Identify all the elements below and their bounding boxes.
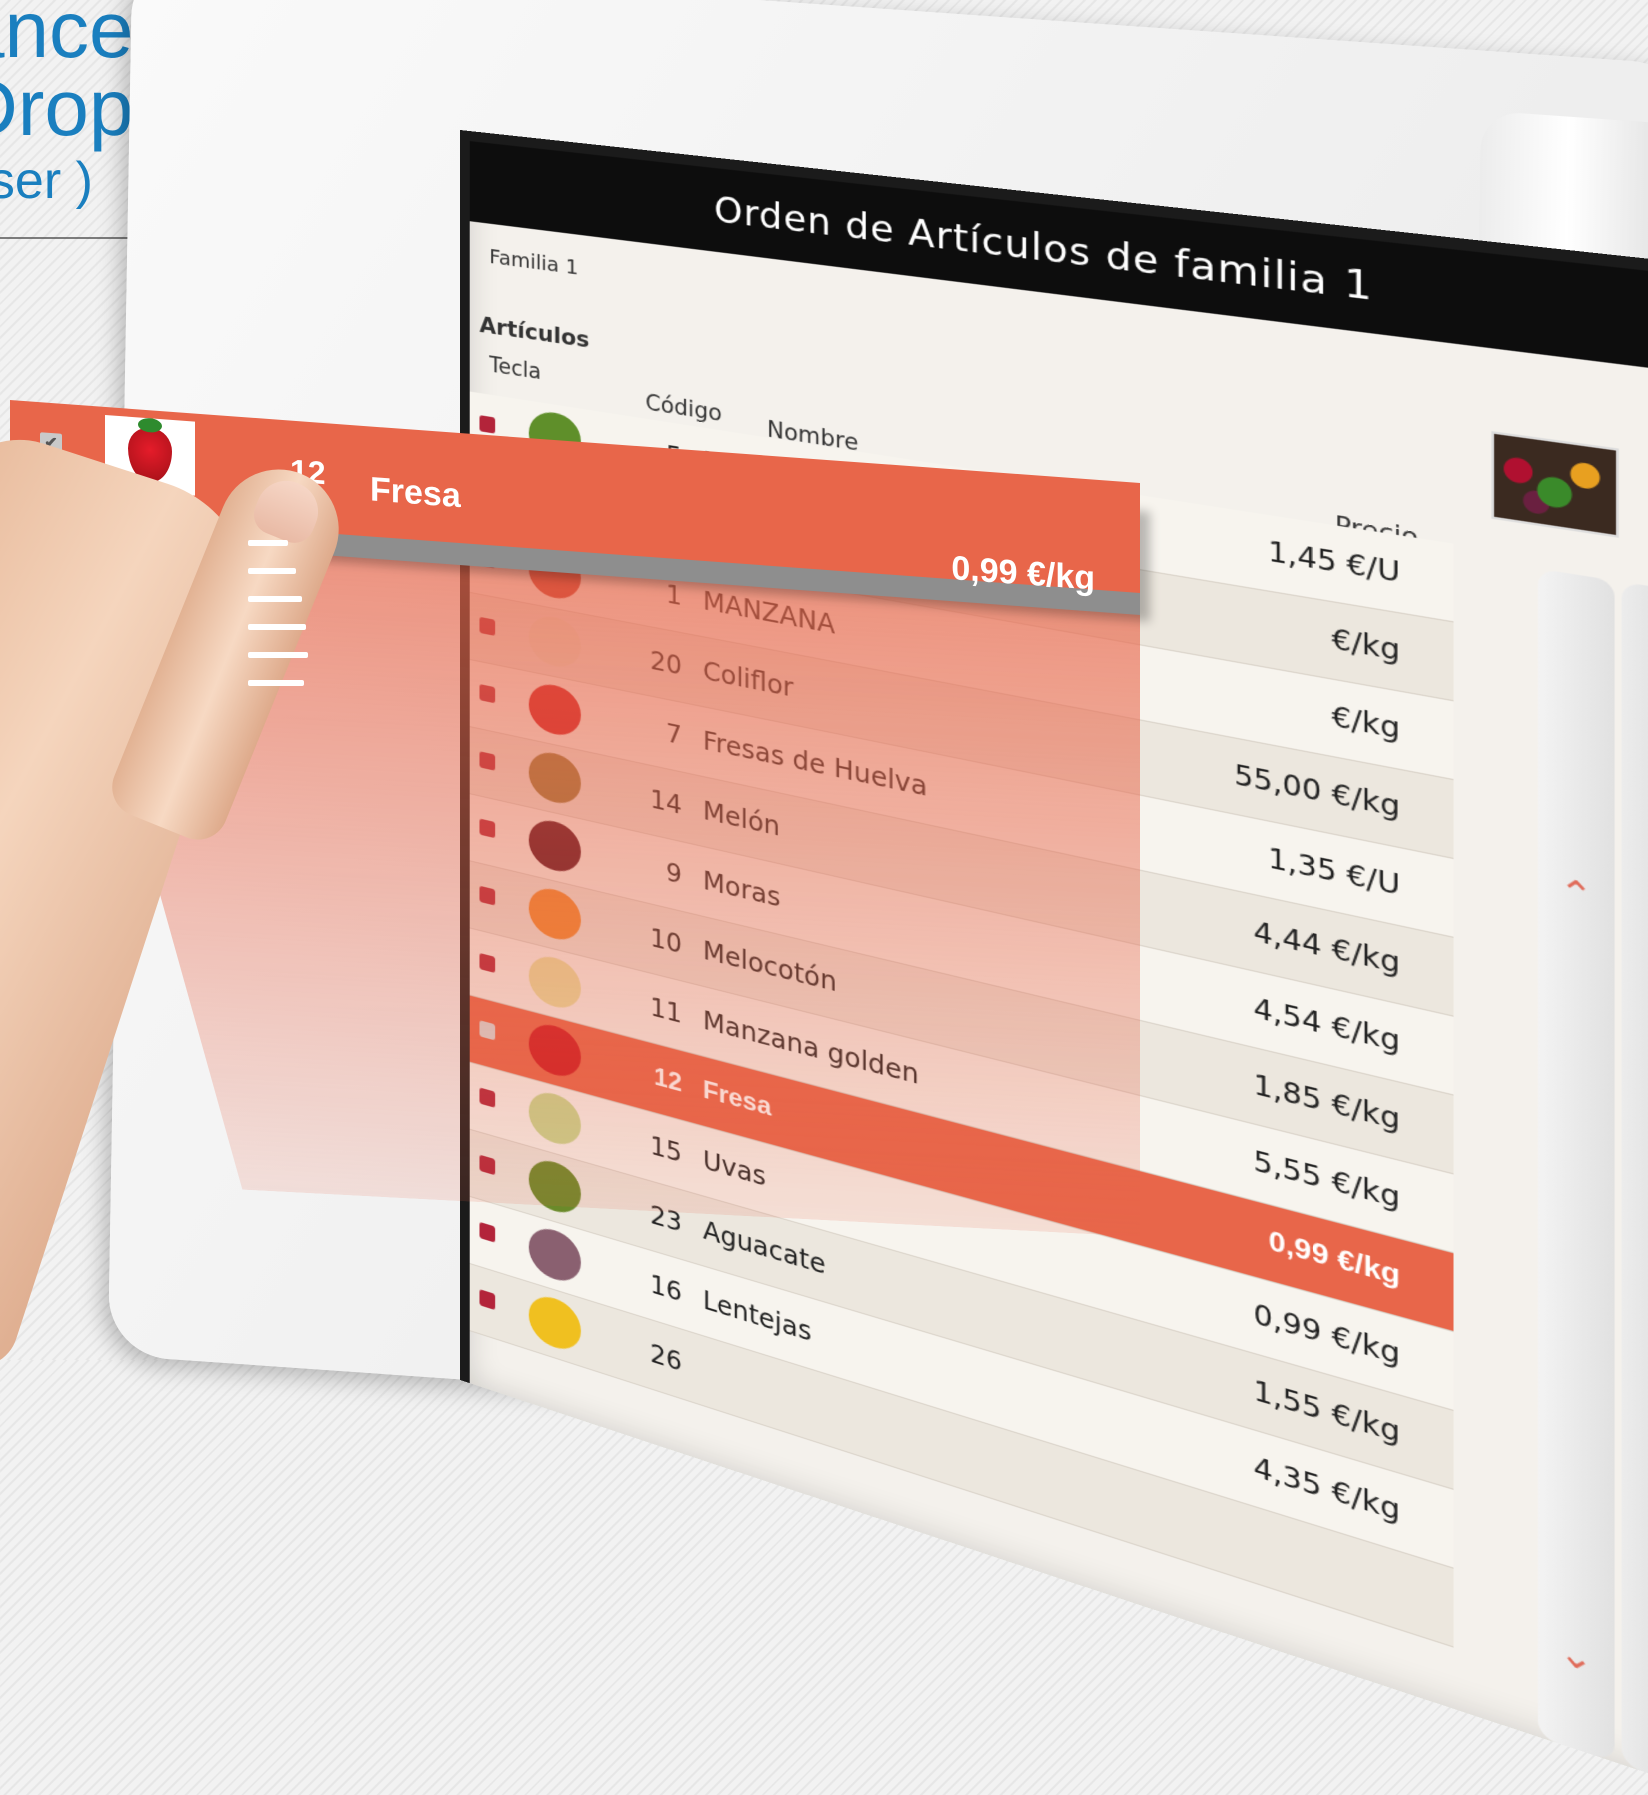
row-price: 1,85 €/kg [1253, 1068, 1401, 1137]
row-price: 0,99 €/kg [1268, 1225, 1401, 1292]
row-code: 26 [650, 1338, 682, 1378]
row-code: 16 [650, 1269, 682, 1308]
row-price: €/kg [1331, 700, 1401, 746]
row-price: €/kg [1331, 622, 1401, 668]
checkbox-icon[interactable] [479, 1289, 496, 1311]
row-price: 5,55 €/kg [1253, 1144, 1401, 1215]
family-thumbnail-image[interactable] [1491, 431, 1619, 538]
product-image [528, 1222, 581, 1288]
product-image [528, 1290, 581, 1356]
scroll-up-icon[interactable]: ⌃ [1559, 871, 1594, 920]
fingernail [247, 471, 328, 549]
motion-dashes [248, 540, 308, 708]
row-price: 4,54 €/kg [1253, 992, 1401, 1059]
scrollbar[interactable]: ⌃ ⌄ [1537, 568, 1648, 1788]
row-name: Lentejas [702, 1285, 812, 1348]
family-label: Familia 1 [489, 243, 579, 280]
row-price: 4,44 €/kg [1253, 915, 1401, 981]
scroll-track[interactable] [1537, 568, 1615, 1763]
row-price: 1,35 €/U [1268, 842, 1401, 902]
row-price: 1,45 €/U [1268, 535, 1401, 590]
dragged-row-name: Fresa [370, 470, 461, 516]
scroll-bar[interactable] [1621, 581, 1648, 1786]
row-price: 55,00 €/kg [1234, 758, 1401, 824]
checkbox-icon[interactable] [479, 1221, 496, 1243]
col-header-tecla[interactable]: Tecla [489, 352, 541, 384]
